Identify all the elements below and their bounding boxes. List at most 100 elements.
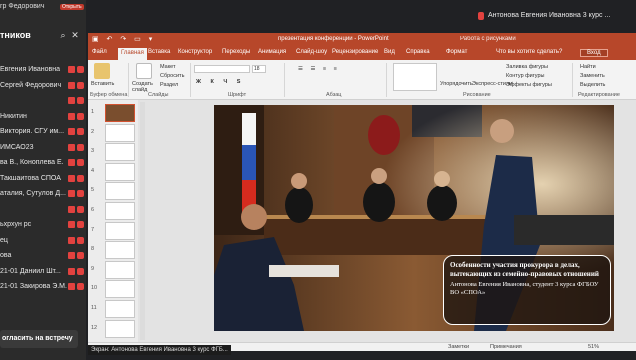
ribbon-tabs: Файл Главная Вставка Конструктор Переходы Ани… [88, 47, 636, 60]
clipboard-group-label: Буфер обмена [90, 92, 128, 98]
tell-me-search[interactable]: Что вы хотите сделать? [496, 49, 562, 55]
slide-subtitle[interactable]: Антонова Евгения Ивановна, студент 3 кур… [450, 281, 604, 297]
participant-name: Такшаитова СПОА [0, 174, 61, 182]
tab-1[interactable]: Главная [118, 48, 147, 60]
new-slide-icon[interactable] [136, 63, 152, 79]
participant-row[interactable]: ьхрхун рс [0, 217, 86, 233]
notes-button[interactable]: Заметки [448, 344, 469, 350]
participant-name: Сергей Федорович [0, 81, 62, 89]
tab-2[interactable]: Вставка [148, 49, 170, 55]
participant-row[interactable]: ва В., Коноплева Е. [0, 155, 86, 171]
slide-thumbnail[interactable]: 3 [91, 143, 137, 163]
quick-access-toolbar[interactable]: ▣ ↶ ↷ ▭ ▾ [92, 35, 155, 43]
slide-thumbnail[interactable]: 2 [91, 123, 137, 144]
replace-button[interactable]: Заменить [580, 73, 605, 79]
mic-muted-icon [77, 81, 84, 89]
participant-row[interactable]: ИМСАО23 [0, 140, 86, 156]
slide-thumbnail[interactable]: 11 [91, 300, 137, 320]
slide-thumbnail[interactable]: 5 [91, 182, 137, 202]
participant-row[interactable]: ова [0, 248, 86, 264]
camera-off-icon [68, 283, 75, 290]
layout-button[interactable]: Макет [160, 64, 176, 70]
font-size-input[interactable]: 18 [252, 65, 266, 73]
slide-thumbnail[interactable]: 4 [91, 162, 137, 183]
slide-preview [105, 280, 135, 299]
tab-7[interactable]: Рецензирование [332, 49, 378, 55]
select-button[interactable]: Выделить [580, 82, 605, 88]
editing-group-label: Редактирование [578, 92, 620, 98]
shape-effects-button[interactable]: Эффекты фигуры [506, 82, 552, 88]
screen-share-label: Экран: Антонова Евгения Ивановна 3 курс … [88, 345, 231, 355]
tab-5[interactable]: Анимация [258, 49, 286, 55]
slide-thumbnail[interactable]: 12 [91, 319, 137, 340]
divider [128, 63, 129, 97]
search-icon[interactable]: ⌕ [58, 30, 68, 40]
ribbon: Вставить Создать слайд Макет Сбросить Ра… [88, 60, 636, 100]
slide-thumbnails: 1 2 3 4 5 6 7 8 9 10 11 12 [88, 100, 138, 342]
participant-row[interactable]: ец [0, 233, 86, 249]
slide-thumbnail[interactable]: 8 [91, 241, 137, 261]
slide-number: 12 [91, 324, 98, 331]
slide-thumbnail[interactable]: 9 [91, 260, 137, 281]
slide-thumbnail[interactable]: 10 [91, 280, 137, 300]
arrange-button[interactable]: Упорядочить [440, 81, 473, 87]
tab-3[interactable]: Конструктор [178, 49, 212, 55]
mic-muted-icon [77, 174, 84, 182]
title-bar: ▣ ↶ ↷ ▭ ▾ презентация конференции - Powe… [88, 33, 636, 47]
tab-0[interactable]: Файл [92, 49, 107, 55]
participant-row[interactable]: Сергей Федорович [0, 78, 86, 94]
paragraph-buttons[interactable]: ☰ ☰ ≡ ≡ [298, 66, 340, 72]
shape-fill-button[interactable]: Заливка фигуры [506, 64, 548, 70]
paste-button[interactable]: Вставить [91, 81, 114, 87]
participant-row[interactable]: Никитин [0, 109, 86, 125]
participant-row[interactable]: Евгения Ивановна [0, 62, 86, 78]
sign-in-button[interactable]: Вход [580, 49, 608, 57]
tab-8[interactable]: Вид [384, 49, 395, 55]
slide-thumbnail[interactable]: 7 [91, 221, 137, 242]
slide-caption-box[interactable]: Особенности участия прокурора в делах, в… [443, 255, 611, 325]
slide-number: 7 [91, 226, 95, 233]
participant-row[interactable]: аталия, Сутулов Д... [0, 186, 86, 202]
shapes-gallery[interactable] [393, 63, 437, 91]
zoom-level[interactable]: 51% [588, 344, 599, 350]
tab-6[interactable]: Слайд-шоу [296, 49, 327, 55]
slide-thumbnail[interactable]: 1 [91, 104, 137, 124]
tab-4[interactable]: Переходы [222, 49, 250, 55]
participant-row[interactable] [0, 93, 86, 109]
slide-canvas[interactable]: Особенности участия прокурора в делах, в… [214, 105, 614, 331]
font-name-input[interactable] [194, 65, 250, 73]
participant-name: 21-01 Даниил Шт... [0, 267, 61, 275]
tab-10[interactable]: Формат [446, 49, 467, 55]
paste-icon[interactable] [94, 63, 110, 79]
slide-preview [105, 162, 135, 181]
comments-button[interactable]: Примечания [490, 344, 522, 350]
find-button[interactable]: Найти [580, 64, 596, 70]
open-badge[interactable]: Открыть [60, 4, 84, 10]
participant-row[interactable]: Такшаитова СПОА [0, 171, 86, 187]
slide-title[interactable]: Особенности участия прокурора в делах, в… [450, 261, 604, 278]
participant-name: ова [0, 252, 12, 259]
participant-name: ИМСАО23 [0, 143, 34, 151]
camera-off-icon [68, 81, 75, 89]
participant-name: Виктория. СГУ им... [0, 128, 65, 135]
participant-row[interactable]: Виктория. СГУ им... [0, 124, 86, 140]
participant-row[interactable] [0, 202, 86, 218]
reset-button[interactable]: Сбросить [160, 73, 184, 79]
participant-row[interactable]: 21-01 Закирова Э.М. [0, 279, 86, 295]
participant-name: ьхрхун рс [0, 221, 32, 228]
divider [284, 63, 285, 97]
thumbnail-scrollbar[interactable] [140, 102, 145, 340]
shape-outline-button[interactable]: Контур фигуры [506, 73, 544, 79]
participant-name: аталия, Сутулов Д... [0, 190, 66, 197]
tab-9[interactable]: Справка [406, 49, 430, 55]
mic-muted-icon [77, 159, 84, 166]
divider [386, 63, 387, 97]
participant-row[interactable]: 21-01 Даниил Шт... [0, 264, 86, 280]
slide-thumbnail[interactable]: 6 [91, 202, 137, 222]
participants-panel: гр Федорович Открыть тников ⌕ ✕ Евгения … [0, 0, 86, 360]
invite-button[interactable]: огласить на встречу [0, 330, 78, 348]
font-format-buttons[interactable]: Ж К Ч S [196, 79, 244, 85]
section-button[interactable]: Раздел [160, 82, 178, 88]
slide-preview [105, 182, 135, 201]
close-icon[interactable]: ✕ [70, 30, 80, 40]
